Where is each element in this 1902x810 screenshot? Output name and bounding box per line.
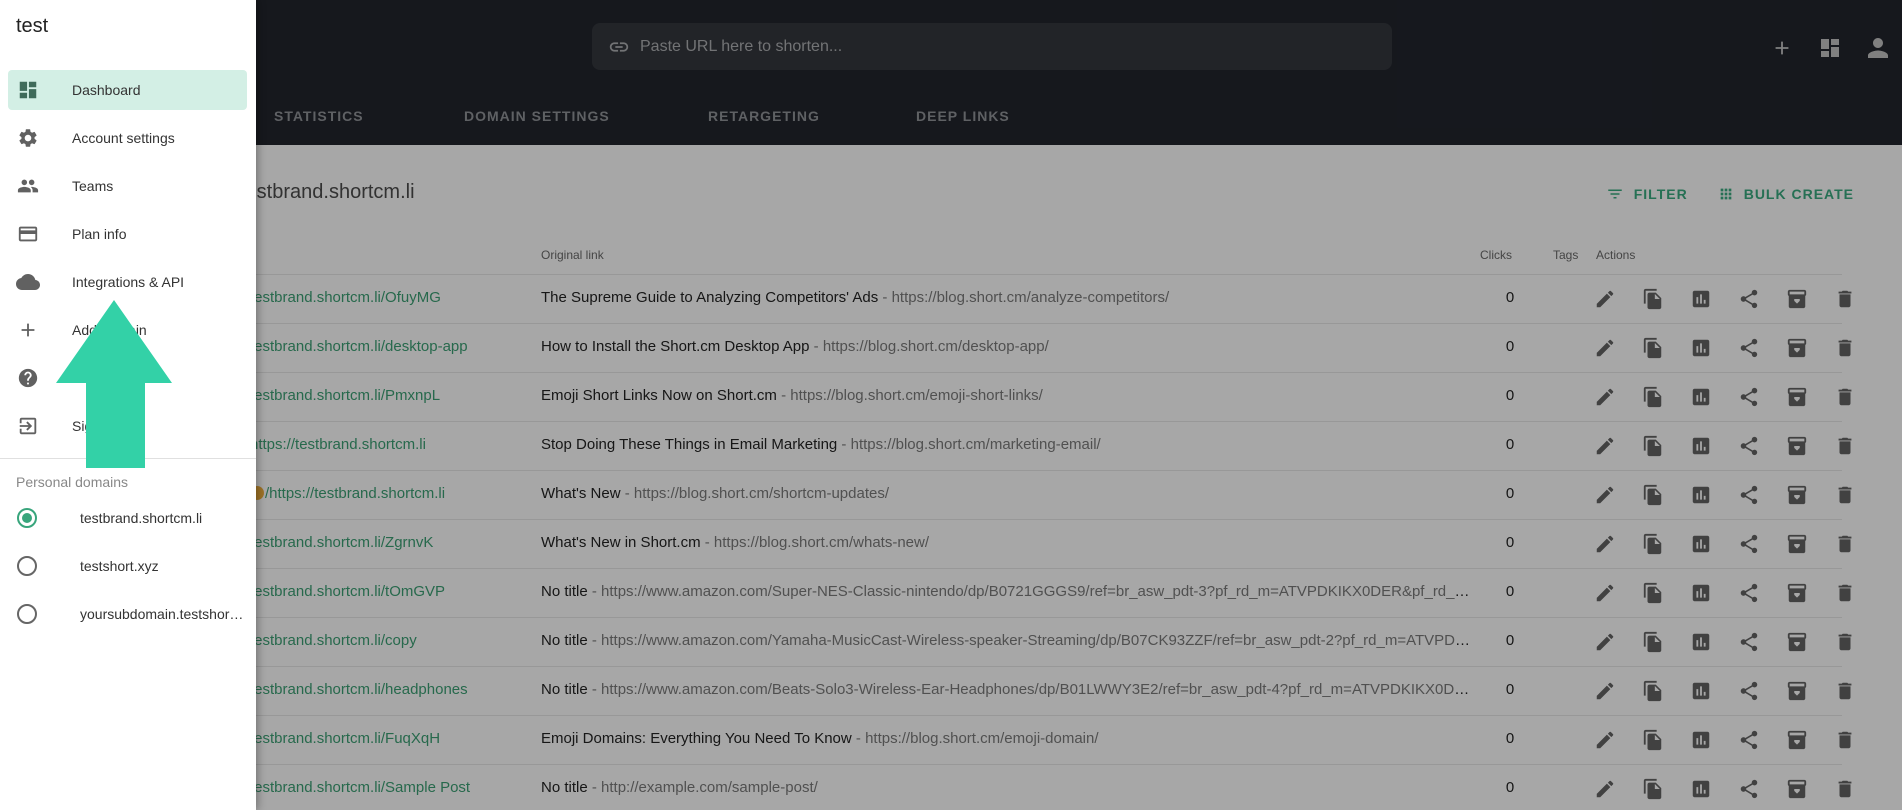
modal-scrim[interactable]	[0, 0, 1902, 810]
domain-option[interactable]: testshort.xyz	[0, 546, 256, 586]
domain-label: testbrand.shortcm.li	[80, 510, 203, 526]
domain-label: yoursubdomain.testshort.xyz	[80, 606, 245, 622]
nav-item-plan-info[interactable]: Plan info	[8, 214, 247, 254]
nav-item-label: Teams	[72, 178, 114, 194]
personal-domains-label: Personal domains	[16, 474, 129, 490]
domain-label: testshort.xyz	[80, 558, 159, 574]
plus-icon	[16, 318, 40, 342]
exit-icon	[16, 414, 40, 438]
dashboard-icon	[16, 78, 40, 102]
nav-item-label: Account settings	[72, 130, 175, 146]
nav-item-dashboard[interactable]: Dashboard	[8, 70, 247, 110]
domain-option[interactable]: yoursubdomain.testshort.xyz	[0, 594, 256, 634]
nav-item-label: Integrations & API	[72, 274, 185, 290]
help-icon	[16, 366, 40, 390]
nav-item-integrations[interactable]: Integrations & API	[8, 262, 247, 302]
radio-unselected-icon[interactable]	[17, 556, 37, 576]
credit-card-icon	[16, 222, 40, 246]
cloud-icon	[16, 270, 40, 294]
nav-item-account-settings[interactable]: Account settings	[8, 118, 247, 158]
annotation-arrow-icon	[56, 300, 172, 468]
people-icon	[16, 174, 40, 198]
nav-item-teams[interactable]: Teams	[8, 166, 247, 206]
domain-option[interactable]: testbrand.shortcm.li	[0, 498, 256, 538]
radio-selected-icon[interactable]	[17, 508, 37, 528]
nav-item-label: Plan info	[72, 226, 127, 242]
radio-unselected-icon[interactable]	[17, 604, 37, 624]
app: STATISTICS DOMAIN SETTINGS RETARGETING D…	[0, 0, 1902, 810]
user-name: test	[16, 15, 49, 37]
gear-icon	[16, 126, 40, 150]
nav-item-label: Dashboard	[72, 82, 141, 98]
